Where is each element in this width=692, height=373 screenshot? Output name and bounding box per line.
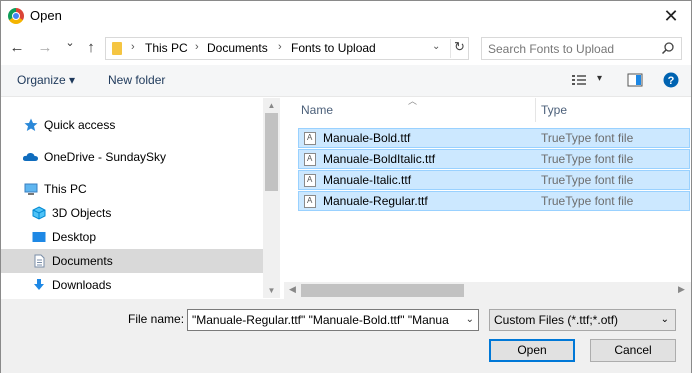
scroll-left-arrow-icon[interactable]: ◀: [289, 284, 296, 295]
file-row[interactable]: Manuale-Bold.ttf TrueType font file: [298, 128, 690, 148]
file-row[interactable]: Manuale-BoldItalic.ttf TrueType font fil…: [298, 149, 690, 169]
scrollbar-thumb[interactable]: [301, 284, 464, 297]
search-icon: [661, 42, 674, 55]
file-name-field[interactable]: "Manuale-Regular.ttf" "Manuale-Bold.ttf"…: [187, 309, 479, 331]
sidebar-item-this-pc[interactable]: This PC: [1, 177, 263, 201]
scroll-right-arrow-icon[interactable]: ▶: [678, 284, 685, 295]
title-bar: Open ✕: [1, 1, 691, 31]
open-button[interactable]: Open: [489, 339, 575, 362]
sort-ascending-icon: ︿: [408, 96, 418, 106]
organize-menu[interactable]: Organize ▾: [17, 73, 75, 87]
file-type: TrueType font file: [541, 194, 634, 208]
star-icon: [24, 118, 38, 131]
file-type: TrueType font file: [541, 131, 634, 145]
new-folder-button[interactable]: New folder: [108, 73, 165, 87]
dialog-footer: File name: "Manuale-Regular.ttf" "Manual…: [1, 299, 691, 373]
help-icon[interactable]: ?: [663, 72, 679, 88]
desktop-icon: [32, 232, 46, 242]
address-bar[interactable]: › This PC › Documents › Fonts to Upload …: [105, 37, 469, 60]
search-input[interactable]: Search Fonts to Upload: [481, 37, 682, 60]
column-header-name[interactable]: Name: [301, 103, 333, 127]
file-row[interactable]: Manuale-Regular.ttf TrueType font file: [298, 191, 690, 211]
breadcrumb-this-pc[interactable]: This PC: [145, 41, 188, 55]
dialog-title: Open: [30, 8, 62, 23]
command-bar: Organize ▾ New folder ▾ ?: [1, 65, 691, 97]
refresh-icon[interactable]: ↻: [450, 39, 468, 58]
view-details-icon[interactable]: [571, 72, 587, 88]
file-name-value: "Manuale-Regular.ttf" "Manuale-Bold.ttf"…: [192, 313, 449, 327]
navigation-pane: Quick access OneDrive - SundaySky This P…: [1, 98, 281, 298]
recent-locations-button[interactable]: ⌄: [64, 36, 76, 54]
scrollbar-thumb[interactable]: [265, 113, 278, 191]
forward-button[interactable]: →: [37, 39, 53, 57]
sidebar-item-desktop[interactable]: Desktop: [1, 225, 263, 249]
file-list: ︿ Name Type Manuale-Bold.ttf TrueType fo…: [284, 96, 691, 299]
file-name: Manuale-Regular.ttf: [323, 194, 428, 208]
sidebar-item-documents[interactable]: Documents: [1, 249, 263, 273]
close-button[interactable]: ✕: [659, 4, 683, 28]
sidebar-item-downloads[interactable]: Downloads: [1, 273, 263, 297]
font-file-icon: [304, 195, 316, 208]
cube-icon: [32, 206, 46, 220]
sidebar-item-label: This PC: [44, 182, 87, 196]
sidebar-item-quick-access[interactable]: Quick access: [1, 113, 263, 137]
download-arrow-icon: [34, 279, 44, 290]
folder-icon: [112, 42, 122, 55]
up-button[interactable]: ↑: [83, 39, 99, 57]
file-type-select[interactable]: Custom Files (*.ttf;*.otf) ⌄: [489, 309, 676, 331]
sidebar-item-3d-objects[interactable]: 3D Objects: [1, 201, 263, 225]
file-list-horizontal-scrollbar[interactable]: ◀ ▶: [284, 282, 691, 299]
view-dropdown-icon[interactable]: ▾: [597, 73, 602, 84]
file-type: TrueType font file: [541, 152, 634, 166]
chrome-icon: [8, 8, 24, 24]
sidebar-item-label: Desktop: [52, 230, 97, 244]
file-row[interactable]: Manuale-Italic.ttf TrueType font file: [298, 170, 690, 190]
breadcrumb-fonts-to-upload[interactable]: Fonts to Upload: [291, 41, 376, 55]
file-name: Manuale-Bold.ttf: [323, 131, 411, 145]
file-name-label: File name:: [128, 312, 185, 326]
file-type-value: Custom Files (*.ttf;*.otf): [494, 313, 619, 327]
file-name: Manuale-Italic.ttf: [323, 173, 412, 187]
cancel-button[interactable]: Cancel: [590, 339, 676, 362]
address-dropdown-icon[interactable]: ⌄: [432, 41, 440, 52]
sidebar-item-onedrive[interactable]: OneDrive - SundaySky: [1, 145, 263, 169]
open-dialog: Open ✕ ← → ⌄ ↑ › This PC › Documents › F…: [0, 0, 692, 373]
back-button[interactable]: ←: [9, 39, 25, 57]
font-file-icon: [304, 174, 316, 187]
navigation-pane-scrollbar[interactable]: ▲ ▼: [263, 98, 280, 298]
sidebar-item-label: 3D Objects: [52, 206, 112, 220]
file-name: Manuale-BoldItalic.ttf: [323, 152, 436, 166]
sidebar-item-label: Quick access: [44, 118, 116, 132]
computer-icon: [24, 183, 38, 195]
scroll-down-arrow-icon[interactable]: ▼: [263, 286, 280, 295]
font-file-icon: [304, 153, 316, 166]
breadcrumb-documents[interactable]: Documents: [207, 41, 268, 55]
documents-icon: [34, 254, 45, 268]
preview-pane-icon[interactable]: [627, 72, 643, 88]
sidebar-item-label: Downloads: [52, 278, 112, 292]
column-header-type[interactable]: Type: [541, 103, 567, 127]
scroll-up-arrow-icon[interactable]: ▲: [263, 101, 280, 110]
navigation-bar: ← → ⌄ ↑ › This PC › Documents › Fonts to…: [1, 31, 691, 65]
sidebar-item-label: Documents: [52, 254, 113, 268]
sidebar-item-label: OneDrive - SundaySky: [44, 150, 167, 164]
file-name-dropdown-icon[interactable]: ⌄: [466, 310, 474, 330]
chevron-down-icon: ⌄: [660, 314, 669, 325]
svg-text:?: ?: [668, 75, 675, 87]
file-type: TrueType font file: [541, 173, 634, 187]
search-placeholder: Search Fonts to Upload: [488, 42, 615, 56]
cloud-icon: [22, 152, 38, 161]
column-divider[interactable]: [535, 98, 536, 122]
font-file-icon: [304, 132, 316, 145]
